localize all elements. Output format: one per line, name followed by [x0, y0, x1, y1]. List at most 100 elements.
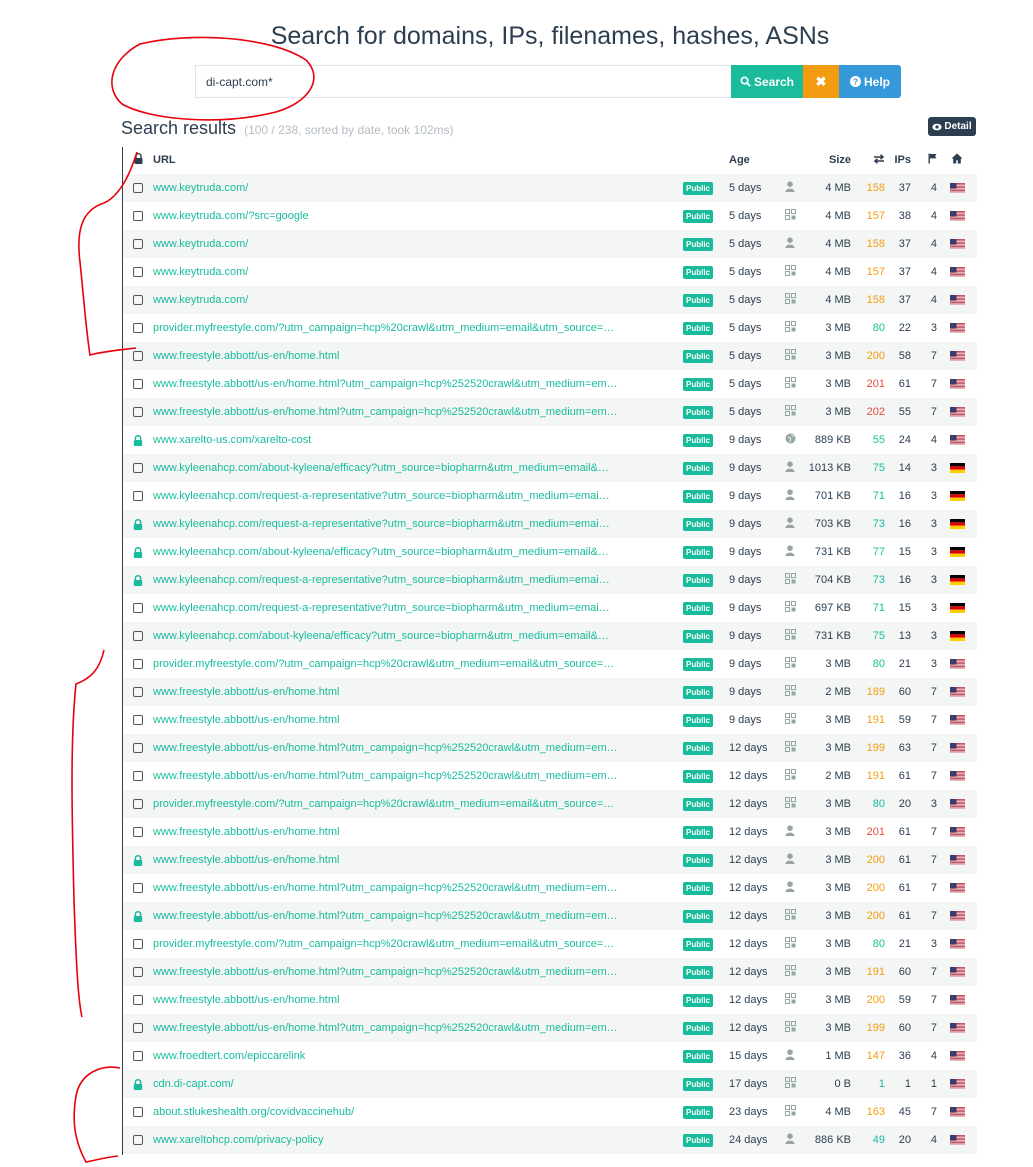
- row-select-cell[interactable]: [123, 230, 153, 258]
- row-checkbox[interactable]: [133, 827, 143, 838]
- table-row[interactable]: www.kyleenahcp.com/request-a-representat…: [123, 566, 977, 594]
- table-row[interactable]: www.freestyle.abbott/us-en/home.html Publ…: [123, 846, 977, 874]
- result-url-link[interactable]: www.keytruda.com/?src=google: [153, 210, 623, 222]
- row-checkbox[interactable]: [133, 323, 143, 334]
- requests-column-header[interactable]: [851, 146, 885, 174]
- table-row[interactable]: www.keytruda.com/?src=google Public 5 days…: [123, 202, 977, 230]
- row-select-cell[interactable]: [123, 454, 153, 482]
- table-row[interactable]: www.xareltohcp.com/privacy-policy Public 2…: [123, 1126, 977, 1154]
- home-column-header[interactable]: [937, 146, 977, 174]
- row-checkbox[interactable]: [133, 211, 143, 222]
- result-url-link[interactable]: provider.myfreestyle.com/?utm_campaign=h…: [153, 798, 623, 810]
- row-select-cell[interactable]: [123, 594, 153, 622]
- row-checkbox[interactable]: [133, 687, 143, 698]
- row-select-cell[interactable]: [123, 426, 153, 454]
- row-checkbox[interactable]: [133, 267, 143, 278]
- table-row[interactable]: www.kyleenahcp.com/about-kyleena/efficac…: [123, 454, 977, 482]
- url-column-header[interactable]: URL: [153, 146, 683, 174]
- result-url-link[interactable]: www.keytruda.com/: [153, 266, 623, 278]
- ips-column-header[interactable]: IPs: [885, 146, 911, 174]
- result-url-link[interactable]: www.kyleenahcp.com/request-a-representat…: [153, 490, 623, 502]
- table-row[interactable]: www.kyleenahcp.com/request-a-representat…: [123, 510, 977, 538]
- row-select-cell[interactable]: [123, 174, 153, 202]
- table-row[interactable]: www.keytruda.com/Public 5 days 4 MB 158 37 4: [123, 230, 977, 258]
- table-row[interactable]: www.freestyle.abbott/us-en/home.html Publ…: [123, 818, 977, 846]
- table-row[interactable]: provider.myfreestyle.com/?utm_campaign=h…: [123, 790, 977, 818]
- row-checkbox[interactable]: [133, 799, 143, 810]
- result-url-link[interactable]: provider.myfreestyle.com/?utm_campaign=h…: [153, 658, 623, 670]
- table-row[interactable]: www.kyleenahcp.com/about-kyleena/efficac…: [123, 622, 977, 650]
- row-select-cell[interactable]: [123, 762, 153, 790]
- row-select-cell[interactable]: [123, 902, 153, 930]
- row-checkbox[interactable]: [133, 239, 143, 250]
- row-checkbox[interactable]: [133, 379, 143, 390]
- size-column-header[interactable]: Size: [803, 146, 851, 174]
- countries-column-header[interactable]: [911, 146, 937, 174]
- result-url-link[interactable]: www.xarelto-us.com/xarelto-cost: [153, 434, 623, 446]
- table-row[interactable]: www.freestyle.abbott/us-en/home.html?utm…: [123, 734, 977, 762]
- row-select-cell[interactable]: [123, 398, 153, 426]
- result-url-link[interactable]: www.kyleenahcp.com/request-a-representat…: [153, 574, 623, 586]
- table-row[interactable]: www.freestyle.abbott/us-en/home.html?utm…: [123, 874, 977, 902]
- table-row[interactable]: about.stlukeshealth.org/covidvaccinehub/…: [123, 1098, 977, 1126]
- row-select-cell[interactable]: [123, 706, 153, 734]
- table-row[interactable]: www.freestyle.abbott/us-en/home.html?utm…: [123, 902, 977, 930]
- table-row[interactable]: www.kyleenahcp.com/about-kyleena/efficac…: [123, 538, 977, 566]
- row-checkbox[interactable]: [133, 295, 143, 306]
- result-url-link[interactable]: www.freestyle.abbott/us-en/home.html?utm…: [153, 882, 623, 894]
- result-url-link[interactable]: www.keytruda.com/: [153, 294, 623, 306]
- row-checkbox[interactable]: [133, 463, 143, 474]
- row-checkbox[interactable]: [133, 351, 143, 362]
- row-select-cell[interactable]: [123, 566, 153, 594]
- row-select-cell[interactable]: [123, 930, 153, 958]
- row-select-cell[interactable]: [123, 1126, 153, 1154]
- detail-button[interactable]: Detail: [928, 117, 976, 136]
- result-url-link[interactable]: about.stlukeshealth.org/covidvaccinehub/: [153, 1106, 623, 1118]
- result-url-link[interactable]: www.kyleenahcp.com/about-kyleena/efficac…: [153, 462, 623, 474]
- row-checkbox[interactable]: [133, 183, 143, 194]
- table-row[interactable]: www.keytruda.com/Public 5 days 4 MB 158 37 4: [123, 286, 977, 314]
- table-row[interactable]: www.freestyle.abbott/us-en/home.html?utm…: [123, 958, 977, 986]
- row-checkbox[interactable]: [133, 1135, 143, 1146]
- result-url-link[interactable]: www.freestyle.abbott/us-en/home.html: [153, 854, 623, 866]
- result-url-link[interactable]: www.freestyle.abbott/us-en/home.html: [153, 686, 623, 698]
- table-row[interactable]: provider.myfreestyle.com/?utm_campaign=h…: [123, 314, 977, 342]
- row-checkbox[interactable]: [133, 939, 143, 950]
- row-select-cell[interactable]: [123, 958, 153, 986]
- search-input[interactable]: [195, 65, 731, 98]
- row-select-cell[interactable]: [123, 986, 153, 1014]
- row-select-cell[interactable]: [123, 538, 153, 566]
- row-checkbox[interactable]: [133, 1023, 143, 1034]
- table-row[interactable]: www.freestyle.abbott/us-en/home.html?utm…: [123, 1014, 977, 1042]
- row-select-cell[interactable]: [123, 790, 153, 818]
- row-checkbox[interactable]: [133, 407, 143, 418]
- result-url-link[interactable]: provider.myfreestyle.com/?utm_campaign=h…: [153, 322, 623, 334]
- table-row[interactable]: www.freestyle.abbott/us-en/home.html Publ…: [123, 678, 977, 706]
- table-row[interactable]: provider.myfreestyle.com/?utm_campaign=h…: [123, 650, 977, 678]
- table-row[interactable]: www.keytruda.com/Public 5 days 4 MB 158 37 4: [123, 174, 977, 202]
- row-select-cell[interactable]: [123, 1070, 153, 1098]
- row-checkbox[interactable]: [133, 603, 143, 614]
- result-url-link[interactable]: cdn.di-capt.com/: [153, 1078, 623, 1090]
- result-url-link[interactable]: www.freestyle.abbott/us-en/home.html?utm…: [153, 406, 623, 418]
- result-url-link[interactable]: www.freestyle.abbott/us-en/home.html?utm…: [153, 966, 623, 978]
- table-row[interactable]: www.xarelto-us.com/xarelto-cost Public 9 d…: [123, 426, 977, 454]
- table-row[interactable]: www.keytruda.com/Public 5 days 4 MB 157 37 4: [123, 258, 977, 286]
- table-row[interactable]: www.freestyle.abbott/us-en/home.html Publ…: [123, 342, 977, 370]
- row-select-cell[interactable]: [123, 370, 153, 398]
- table-row[interactable]: www.freestyle.abbott/us-en/home.html?utm…: [123, 762, 977, 790]
- result-url-link[interactable]: www.freestyle.abbott/us-en/home.html?utm…: [153, 910, 623, 922]
- result-url-link[interactable]: www.keytruda.com/: [153, 238, 623, 250]
- row-select-cell[interactable]: [123, 510, 153, 538]
- row-checkbox[interactable]: [133, 491, 143, 502]
- row-select-cell[interactable]: [123, 650, 153, 678]
- row-checkbox[interactable]: [133, 1051, 143, 1062]
- row-checkbox[interactable]: [133, 1107, 143, 1118]
- clear-button[interactable]: ✖: [803, 65, 839, 98]
- table-row[interactable]: www.freestyle.abbott/us-en/home.html Publ…: [123, 986, 977, 1014]
- search-button[interactable]: Search: [731, 65, 803, 98]
- table-row[interactable]: www.froedtert.com/epiccarelink Public 15 d…: [123, 1042, 977, 1070]
- row-select-cell[interactable]: [123, 1042, 153, 1070]
- row-select-cell[interactable]: [123, 1098, 153, 1126]
- result-url-link[interactable]: www.keytruda.com/: [153, 182, 623, 194]
